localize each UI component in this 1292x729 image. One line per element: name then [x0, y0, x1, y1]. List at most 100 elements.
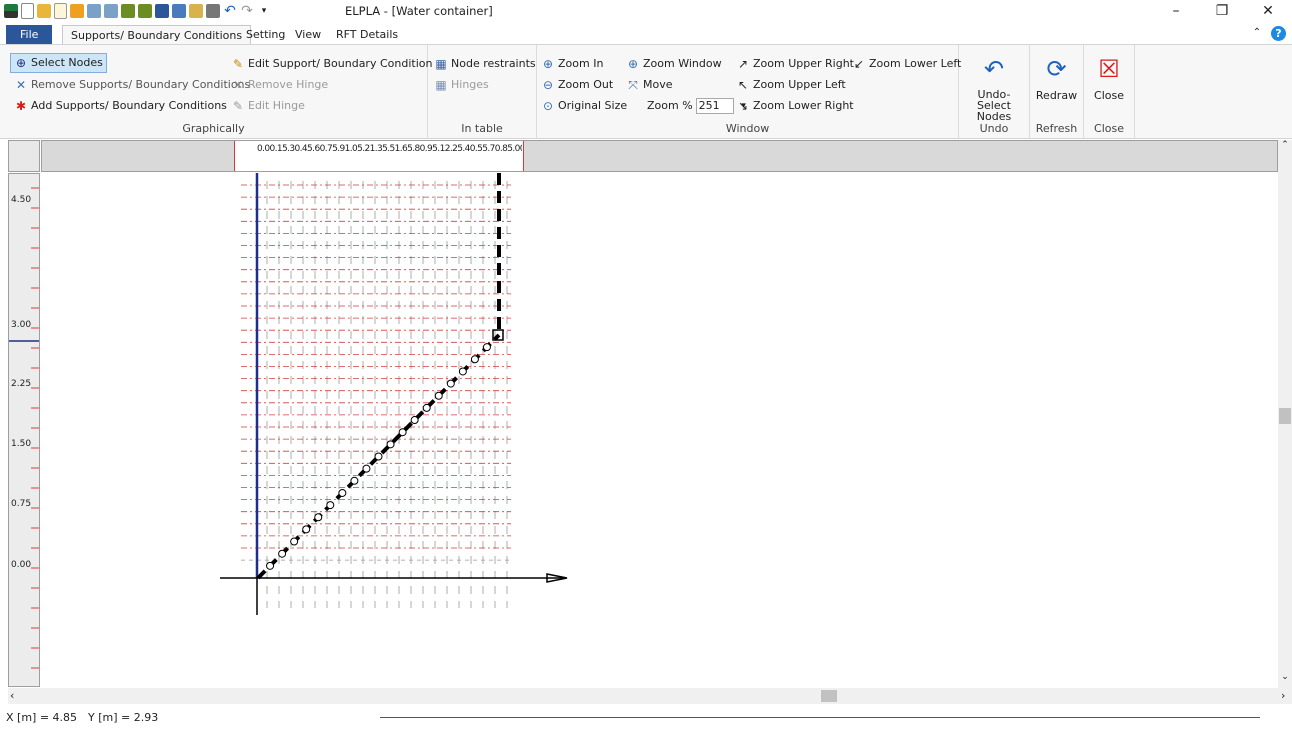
restore-button[interactable]: ❐ [1199, 0, 1245, 22]
zoom-window-button[interactable]: ⊕ Zoom Window [626, 55, 722, 73]
close-window-button[interactable]: ✕ [1245, 0, 1291, 22]
minimize-button[interactable]: – [1153, 0, 1199, 22]
add-supports-button[interactable]: ✱ Add Supports/ Boundary Conditions [14, 97, 227, 115]
support-hinge-icon [302, 525, 311, 534]
group-in-table: ▦ Node restraints ▦ Hinges In table [428, 45, 537, 138]
collapse-ribbon-icon[interactable]: ⌃ [1250, 26, 1264, 40]
ribbon-tabs: File Supports/ Boundary Conditions Setti… [0, 22, 1292, 45]
vertical-scrollbar[interactable]: ⌃ ⌄ [1278, 140, 1292, 688]
group-label-graphically: Graphically [182, 122, 245, 135]
edit-hinge-icon: ✎ [232, 99, 244, 113]
zoom-upper-left-label: Zoom Upper Left [753, 78, 846, 91]
y-coordinate: Y [m] = 2.93 [88, 711, 159, 724]
vruler-label-0-00: 0.00 [11, 560, 32, 570]
original-size-icon: ⊙ [542, 99, 554, 113]
wizard-icon[interactable] [70, 4, 84, 18]
close-view-button[interactable]: ☒ Close [1084, 49, 1134, 102]
group-label-in-table: In table [461, 122, 503, 135]
hinges-button[interactable]: ▦ Hinges [434, 76, 489, 94]
tab-supports-boundary-conditions[interactable]: Supports/ Boundary Conditions [62, 25, 252, 45]
zoom-in-button[interactable]: ⊕ Zoom In [541, 55, 603, 73]
support-hinge-icon [458, 367, 467, 376]
support-hinge-icon [362, 464, 371, 473]
add-supports-icon: ✱ [15, 99, 27, 113]
edit-support-icon: ✎ [232, 57, 244, 71]
support-hinge-icon [278, 549, 287, 558]
scroll-up-arrow-icon[interactable]: ⌃ [1278, 140, 1292, 150]
support-hinge-icon [446, 379, 455, 388]
scroll-down-arrow-icon[interactable]: ⌄ [1278, 672, 1292, 682]
move-button[interactable]: ⤧ Move [626, 76, 673, 94]
vruler-label-2-25: 2.25 [11, 379, 32, 389]
zoom-window-icon: ⊕ [627, 57, 639, 71]
x-coordinate: X [m] = 4.85 [6, 711, 78, 724]
support-hinge-icon [338, 488, 347, 497]
customize-dropdown-icon[interactable]: ▾ [257, 4, 271, 18]
arrow-lower-right-icon: ↘ [737, 99, 749, 113]
settings-2-icon[interactable] [104, 4, 118, 18]
zoom-upper-left-button[interactable]: ↖ Zoom Upper Left [736, 76, 846, 94]
group-close: ☒ Close Close [1084, 45, 1135, 138]
report-icon[interactable] [172, 4, 186, 18]
open-folder-icon[interactable] [37, 4, 51, 18]
hinges-table-icon: ▦ [435, 78, 447, 92]
table-icon: ▦ [435, 57, 447, 71]
redo-small-icon[interactable]: ↷ [240, 4, 254, 18]
zoom-percent-label: Zoom % [647, 99, 693, 112]
close-view-icon: ☒ [1098, 55, 1120, 83]
settings-icon[interactable] [87, 4, 101, 18]
title-bar: ↶ ↷ ▾ ELPLA - [Water container] – ❐ ✕ [0, 0, 1292, 22]
original-size-button[interactable]: ⊙ Original Size [541, 97, 627, 115]
window-title: ELPLA - [Water container] [345, 4, 493, 18]
vruler-label-0-75: 0.75 [11, 499, 32, 509]
status-bar: X [m] = 4.85 Y [m] = 2.93 [0, 706, 1292, 729]
tab-setting[interactable]: Setting [238, 25, 293, 44]
node-restraints-button[interactable]: ▦ Node restraints [434, 55, 535, 73]
quick-access-toolbar: ↶ ↷ ▾ [4, 3, 271, 19]
paste-icon[interactable] [138, 4, 152, 18]
remove-supports-button[interactable]: ✕ Remove Supports/ Boundary Conditions [14, 76, 250, 94]
zoom-lower-left-button[interactable]: ↙ Zoom Lower Left [852, 55, 961, 73]
edit-hinge-button[interactable]: ✎ Edit Hinge [231, 97, 305, 115]
copy-icon[interactable] [121, 4, 135, 18]
redraw-button[interactable]: ⟳ Redraw [1030, 49, 1083, 102]
edit-support-button[interactable]: ✎ Edit Support/ Boundary Condition [231, 55, 432, 73]
hinges-label: Hinges [451, 78, 489, 91]
tab-rft-details[interactable]: RFT Details [328, 25, 406, 44]
remove-hinge-button[interactable]: ✕ Remove Hinge [231, 76, 328, 94]
remove-supports-icon: ✕ [15, 78, 27, 92]
vruler-label-4-50: 4.50 [11, 195, 32, 205]
scroll-right-arrow-icon[interactable]: › [1281, 688, 1285, 704]
undo-select-nodes-button[interactable]: ↶ Undo-Select Nodes [968, 49, 1020, 122]
group-label-refresh: Refresh [1035, 122, 1078, 135]
horizontal-scrollbar[interactable]: ‹ › [8, 688, 1292, 704]
vertical-ruler-ticks [9, 187, 39, 669]
arrow-upper-right-icon: ↗ [737, 57, 749, 71]
ribbon: ⊕ Select Nodes ✕ Remove Supports/ Bounda… [0, 44, 1292, 139]
scroll-left-arrow-icon[interactable]: ‹ [10, 688, 14, 704]
app-icon [4, 4, 18, 18]
drawing-canvas[interactable] [41, 173, 1278, 687]
arrow-lower-left-icon: ↙ [853, 57, 865, 71]
horizontal-ruler: 0.00.15.30.45.60.75.91.05.21.35.51.65.80… [41, 140, 1278, 172]
export-icon[interactable] [189, 4, 203, 18]
zoom-lower-right-button[interactable]: ↘ Zoom Lower Right [736, 97, 854, 115]
help-icon[interactable]: ? [1271, 26, 1286, 41]
horizontal-scroll-thumb[interactable] [821, 690, 837, 702]
move-label: Move [643, 78, 673, 91]
zoom-upper-right-button[interactable]: ↗ Zoom Upper Right [736, 55, 854, 73]
new-file-icon[interactable] [21, 3, 34, 19]
vruler-label-3-00: 3.00 [11, 320, 32, 330]
document-icon[interactable] [54, 3, 67, 19]
group-label-close: Close [1094, 122, 1124, 135]
print-icon[interactable] [206, 4, 220, 18]
vertical-scroll-thumb[interactable] [1279, 408, 1291, 424]
tab-view[interactable]: View [287, 25, 329, 44]
tab-file[interactable]: File [6, 25, 53, 44]
undo-small-icon[interactable]: ↶ [223, 4, 237, 18]
save-icon[interactable] [155, 4, 169, 18]
zoom-percent-input[interactable]: 251 [695, 98, 734, 114]
remove-supports-label: Remove Supports/ Boundary Conditions [31, 78, 251, 91]
select-nodes-button[interactable]: ⊕ Select Nodes [10, 53, 107, 73]
zoom-out-button[interactable]: ⊖ Zoom Out [541, 76, 613, 94]
